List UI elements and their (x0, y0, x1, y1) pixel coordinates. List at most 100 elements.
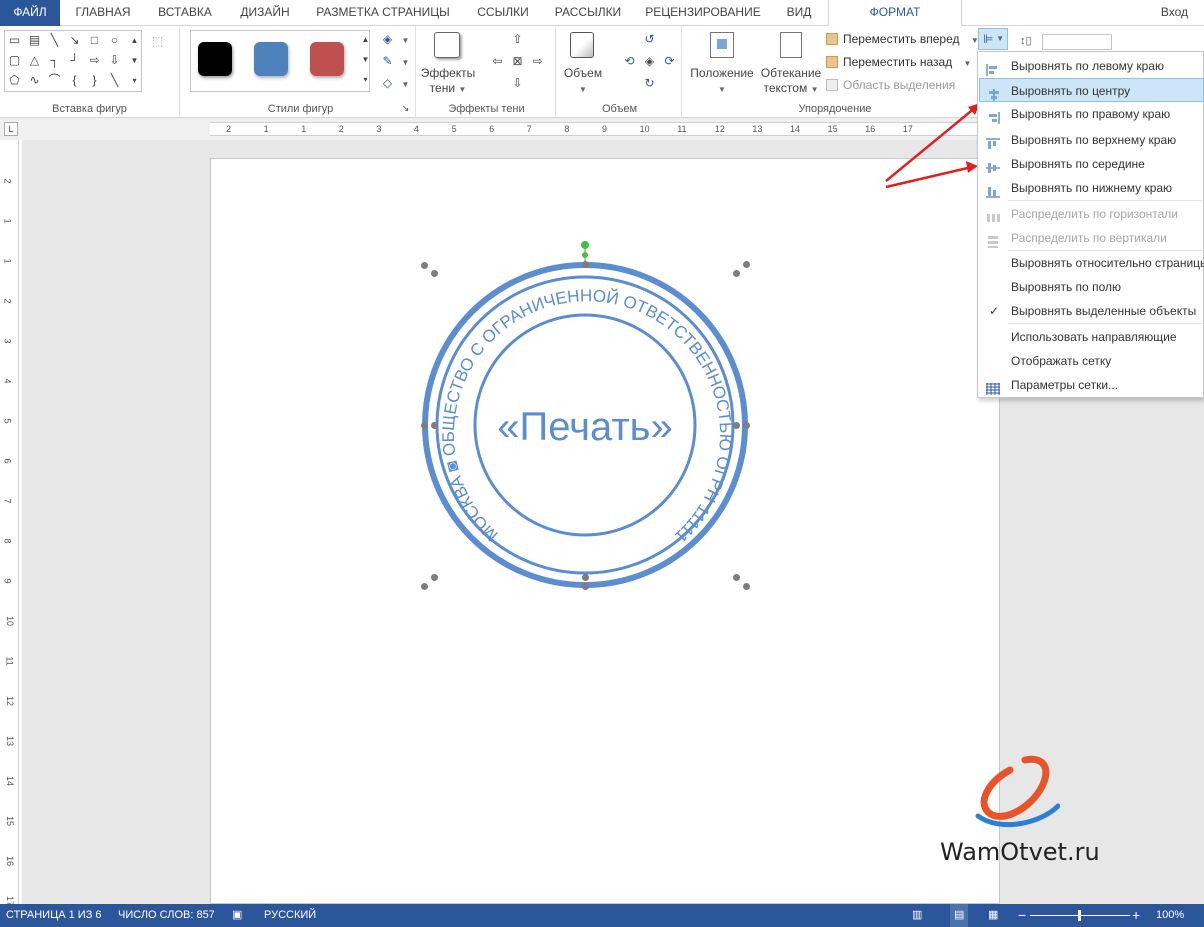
resize-handle-br-inner[interactable] (733, 574, 740, 581)
menu-item-align-to-margin[interactable]: Выровнять по полю (979, 275, 1204, 299)
shape-outline-icon[interactable]: ✎ (380, 54, 395, 69)
read-mode-icon[interactable]: ▥ (912, 904, 922, 927)
nudge-down-icon[interactable]: ⇩ (510, 76, 525, 91)
volume-button[interactable]: Объем ▼ (560, 66, 606, 97)
nudge-right-icon[interactable]: ⇨ (530, 54, 545, 69)
gallery-up-icon[interactable]: ▲ (127, 33, 142, 48)
resize-handle-tl-inner[interactable] (431, 270, 438, 277)
resize-handle-right-inner[interactable] (733, 422, 740, 429)
right-arrow-shape-icon[interactable]: ⇨ (87, 53, 102, 68)
tilt-down-icon[interactable]: ↻ (642, 76, 657, 91)
effects-dropdown-icon[interactable]: ▼ (398, 76, 413, 91)
style-swatch-blue[interactable] (254, 42, 288, 76)
status-page-count[interactable]: СТРАНИЦА 1 ИЗ 6 (6, 904, 102, 927)
styles-up-icon[interactable]: ▲ (358, 32, 373, 47)
zoom-level[interactable]: 100% (1156, 904, 1184, 927)
styles-down-icon[interactable]: ▼ (358, 52, 373, 67)
proofing-icon[interactable]: ▣ (232, 904, 242, 927)
tab-selector[interactable]: L (4, 122, 18, 136)
textbox-shape-icon[interactable]: ▤ (27, 33, 42, 48)
menu-item-distribute-vertical[interactable]: Распределить по вертикали (979, 226, 1204, 250)
resize-handle-left[interactable] (421, 422, 428, 429)
connector-shape-icon[interactable]: ┐ (47, 53, 62, 68)
menu-item-align-center[interactable]: Выровнять по центру (979, 78, 1204, 102)
gallery-more-icon[interactable]: ▾ (127, 73, 142, 88)
send-backward-button[interactable]: Переместить назад ▼ (826, 55, 971, 69)
align-button[interactable]: ⊫ ▼ (978, 28, 1008, 50)
tab-design[interactable]: ДИЗАЙН (230, 0, 300, 26)
style-swatch-red[interactable] (310, 42, 344, 76)
nudge-up-icon[interactable]: ⇧ (510, 32, 525, 47)
shape-fill-icon[interactable]: ◈ (380, 32, 395, 47)
menu-item-align-top[interactable]: Выровнять по верхнему краю (979, 128, 1204, 152)
rect-shape-icon[interactable]: □ (87, 33, 102, 48)
menu-item-distribute-horizontal[interactable]: Распределить по горизонтали (979, 202, 1204, 226)
menu-item-grid-settings[interactable]: Параметры сетки... (979, 373, 1204, 397)
outline-dropdown-icon[interactable]: ▼ (398, 54, 413, 69)
web-layout-icon[interactable]: ▦ (988, 904, 998, 927)
arrow-shape-icon[interactable]: ↘ (67, 33, 82, 48)
zoom-in-icon[interactable]: + (1132, 904, 1140, 927)
shape-effects-icon[interactable]: ◇ (380, 76, 395, 91)
line-shape-icon[interactable]: ╲ (47, 33, 62, 48)
elbow-shape-icon[interactable]: ┘ (67, 53, 82, 68)
rotation-handle[interactable] (581, 241, 589, 249)
shapes-gallery[interactable]: ▭ ▤ ╲ ↘ □ ○ ▢ △ ┐ ┘ ⇨ ⇩ ⬠ ∿ ⌒ { } ╲ ▲ ▼ (4, 30, 142, 92)
nudge-left-icon[interactable]: ⇦ (490, 54, 505, 69)
zoom-slider-thumb[interactable] (1078, 910, 1081, 921)
tab-home[interactable]: ГЛАВНАЯ (66, 0, 140, 26)
down-arrow-shape-icon[interactable]: ⇩ (107, 53, 122, 68)
height-input[interactable] (1042, 34, 1112, 50)
print-layout-icon[interactable]: ▤ (950, 904, 969, 927)
gallery-down-icon[interactable]: ▼ (127, 53, 142, 68)
tab-view[interactable]: ВИД (776, 0, 822, 26)
tab-insert[interactable]: ВСТАВКА (150, 0, 220, 26)
selection-pane-button[interactable]: Область выделения (826, 78, 955, 92)
resize-handle-tr[interactable] (743, 261, 750, 268)
shadow-toggle-icon[interactable]: ⊠ (510, 54, 525, 69)
menu-item-align-left[interactable]: Выровнять по левому краю (979, 54, 1204, 78)
style-swatch-black[interactable] (198, 42, 232, 76)
fill-dropdown-icon[interactable]: ▼ (398, 32, 413, 47)
menu-item-use-guides[interactable]: Использовать направляющие (979, 325, 1204, 349)
resize-handle-bottom[interactable] (582, 583, 589, 590)
tilt-left-icon[interactable]: ⟲ (622, 54, 637, 69)
brace-shape-icon[interactable]: { (67, 73, 82, 88)
resize-handle-bl[interactable] (421, 583, 428, 590)
resize-handle-bl-inner[interactable] (431, 574, 438, 581)
tilt-right-icon[interactable]: ⟳ (662, 54, 677, 69)
freeform-shape-icon[interactable]: ⬠ (7, 73, 22, 88)
shadow-effects-button[interactable]: Эффекты тени ▼ (420, 66, 476, 97)
arc-shape-icon[interactable]: ⌒ (47, 73, 62, 88)
menu-item-align-right[interactable]: Выровнять по правому краю (979, 102, 1204, 126)
tab-mailings[interactable]: РАССЫЛКИ (546, 0, 630, 26)
wrap-text-button[interactable]: Обтекание текстом ▼ (756, 66, 826, 97)
tab-layout[interactable]: РАЗМЕТКА СТРАНИЦЫ (308, 0, 458, 26)
status-language[interactable]: РУССКИЙ (264, 904, 316, 927)
menu-item-align-bottom[interactable]: Выровнять по нижнему краю (979, 176, 1204, 200)
menu-item-align-middle[interactable]: Выровнять по середине (979, 152, 1204, 176)
resize-handle-top[interactable] (582, 261, 589, 268)
dialog-launcher-icon[interactable]: ↘ (398, 101, 413, 116)
tab-file[interactable]: ФАЙЛ (0, 0, 60, 26)
position-button[interactable]: Положение ▼ (686, 66, 758, 97)
resize-handle-tr-inner[interactable] (733, 270, 740, 277)
tilt-up-icon[interactable]: ↺ (642, 32, 657, 47)
stamp-graphic[interactable]: МОСКВА ◙ ОБЩЕСТВО С ОГРАНИЧЕННОЙ ОТВЕТСТ… (415, 240, 760, 595)
edit-shape-icon[interactable]: ⬚ (150, 34, 165, 49)
resize-handle-br[interactable] (743, 583, 750, 590)
resize-handle-bottom-inner[interactable] (582, 574, 589, 581)
resize-handle-right[interactable] (743, 422, 750, 429)
menu-item-align-selected[interactable]: ✓ Выровнять выделенные объекты (979, 299, 1204, 323)
menu-item-show-grid[interactable]: Отображать сетку (979, 349, 1204, 373)
diagonal-shape-icon[interactable]: ╲ (107, 73, 122, 88)
bracket-shape-icon[interactable]: } (87, 73, 102, 88)
sign-in-link[interactable]: Вход (1161, 0, 1188, 26)
resize-handle-left-inner[interactable] (431, 422, 438, 429)
status-word-count[interactable]: ЧИСЛО СЛОВ: 857 (118, 904, 215, 927)
tab-format[interactable]: ФОРМАТ (828, 0, 962, 27)
bring-forward-button[interactable]: Переместить вперед ▼ (826, 32, 979, 46)
menu-item-align-to-page[interactable]: Выровнять относительно страницы (979, 251, 1204, 275)
tab-references[interactable]: ССЫЛКИ (468, 0, 538, 26)
vertical-ruler[interactable]: 2 1 1 2 3 4 5 6 7 8 9 10 11 12 13 14 15 16 17 (3, 140, 19, 906)
